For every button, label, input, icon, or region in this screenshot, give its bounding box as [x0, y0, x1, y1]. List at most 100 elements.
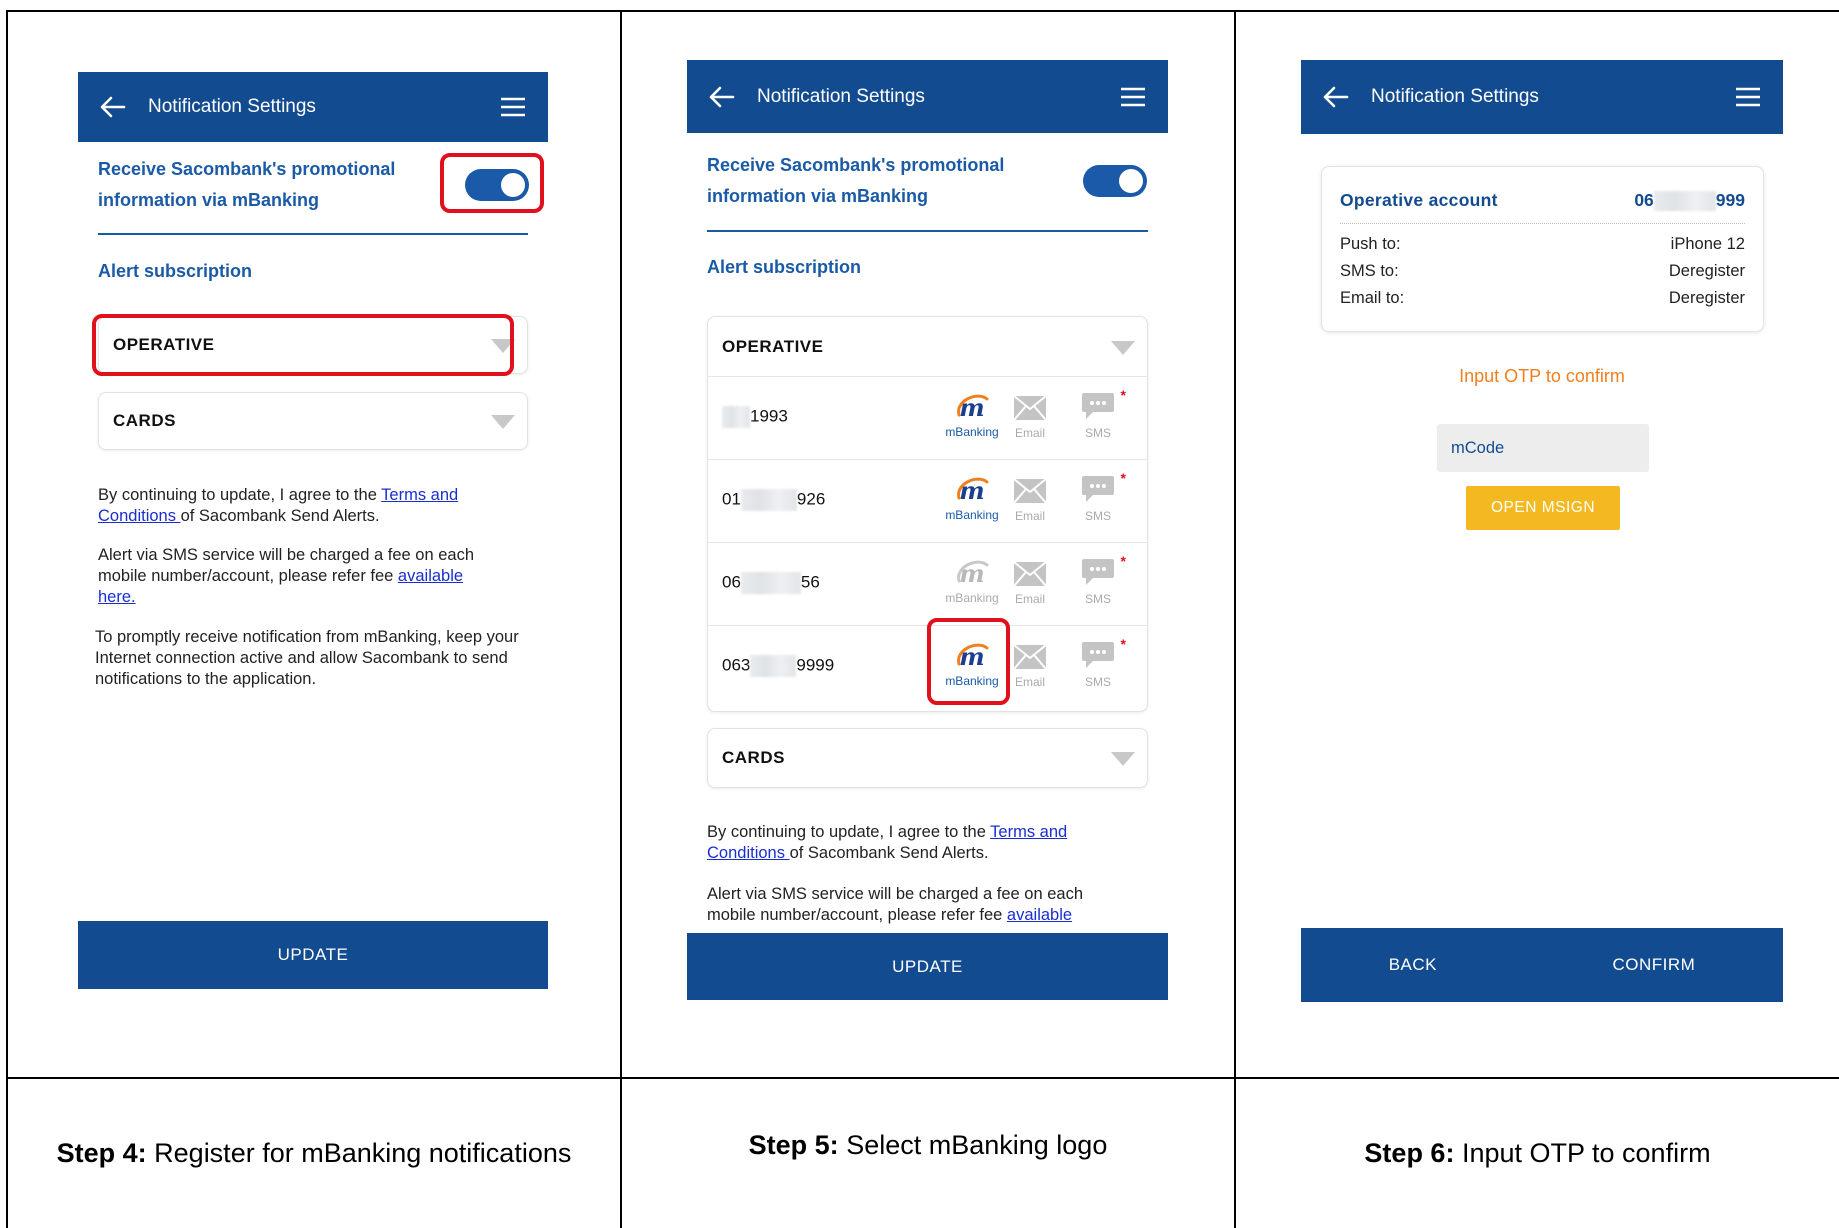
- account-number: 06 56: [722, 572, 820, 594]
- phone-screen-step6: Notification Settings Operative account …: [1301, 60, 1783, 1002]
- required-star-icon: *: [1120, 387, 1126, 403]
- sms-bubble-icon: [1082, 559, 1114, 585]
- update-button[interactable]: UPDATE: [687, 933, 1168, 1000]
- promo-toggle[interactable]: [1083, 165, 1147, 197]
- phone-screen-step4: Notification Settings Receive Sacombank'…: [78, 72, 548, 990]
- channel-mbanking[interactable]: m mBanking: [942, 476, 1002, 522]
- mbanking-logo-icon: m: [957, 559, 989, 589]
- channel-sms[interactable]: * SMS: [1068, 470, 1128, 523]
- channel-label: Email: [1014, 592, 1045, 606]
- channel-sms[interactable]: * SMS: [1068, 636, 1128, 689]
- account-row: 1993 m mBanking Email * SMS: [708, 377, 1147, 460]
- channel-label: SMS: [1084, 592, 1111, 606]
- account-number: 1993: [722, 406, 788, 428]
- promo-line-2: information via mBanking: [707, 186, 929, 206]
- acct-suffix: 926: [796, 489, 826, 509]
- fee-line-2: mobile number/account, please refer fee: [707, 906, 1007, 924]
- channel-sms[interactable]: * SMS: [1068, 387, 1128, 440]
- envelope-icon: [1013, 644, 1047, 670]
- promo-line-2: information via mBanking: [98, 190, 320, 210]
- caption-text: Select mBanking logo: [838, 1130, 1108, 1160]
- fee-line-1: Alert via SMS service will be charged a …: [707, 885, 1084, 903]
- dropdown-cards[interactable]: CARDS: [98, 392, 528, 450]
- hamburger-menu-icon[interactable]: [1098, 62, 1168, 132]
- mcode-input[interactable]: mCode: [1437, 424, 1649, 472]
- terms-link[interactable]: Terms and: [381, 486, 458, 504]
- caption-text: Input OTP to confirm: [1454, 1138, 1711, 1168]
- required-star-icon: *: [1120, 470, 1126, 486]
- account-row: 06 56 m mBanking Email * SMS: [708, 543, 1147, 626]
- fee-link[interactable]: available: [398, 567, 463, 585]
- table-border-left: [6, 10, 8, 1228]
- caption-step-label: Step 5:: [748, 1130, 839, 1160]
- channel-email[interactable]: Email: [1000, 478, 1060, 523]
- dropdown-label: OPERATIVE: [722, 337, 824, 356]
- channel-mbanking[interactable]: m mBanking: [942, 559, 1002, 605]
- account-number: 01 926: [722, 489, 825, 511]
- dropdown-label: CARDS: [722, 748, 785, 767]
- envelope-icon: [1013, 478, 1047, 504]
- bottom-action-bar: BACK CONFIRM: [1301, 928, 1783, 1002]
- account-summary-card: Operative account 06 999 Push to: iPhone 1…: [1321, 166, 1764, 332]
- masked-digits: [740, 572, 801, 594]
- channel-label: SMS: [1084, 426, 1111, 440]
- channel-label: Email: [1014, 426, 1045, 440]
- terms-text: By continuing to update, I agree to the …: [98, 485, 528, 527]
- back-arrow-icon[interactable]: [687, 62, 757, 132]
- account-number: 063 9999: [722, 655, 834, 677]
- channel-sms[interactable]: * SMS: [1068, 553, 1128, 606]
- caption-step-label: Step 6:: [1364, 1138, 1455, 1168]
- phone-screen-step5: Notification Settings Receive Sacombank'…: [687, 60, 1168, 1000]
- caption-step5: Step 5: Select mBanking logo: [622, 1130, 1234, 1161]
- channel-label: mBanking: [945, 591, 999, 605]
- terms-pre: By continuing to update, I agree to the: [707, 823, 991, 841]
- dropdown-label: CARDS: [113, 411, 176, 430]
- card-row-key: SMS to:: [1340, 262, 1399, 280]
- otp-instruction: Input OTP to confirm: [1459, 366, 1625, 386]
- confirm-button[interactable]: CONFIRM: [1572, 935, 1735, 995]
- back-arrow-icon[interactable]: [78, 72, 148, 142]
- promo-label: Receive Sacombank's promotional informat…: [98, 154, 418, 216]
- masked-digits: [722, 406, 750, 428]
- dropdown-header[interactable]: OPERATIVE: [708, 317, 1147, 377]
- highlight-toggle: [440, 153, 544, 213]
- channel-email[interactable]: Email: [1000, 395, 1060, 440]
- divider: [98, 233, 528, 235]
- card-row-value: iPhone 12: [1670, 235, 1745, 253]
- caption-step-label: Step 4:: [56, 1138, 147, 1168]
- acct-prefix: 06: [722, 572, 741, 592]
- fee-text: Alert via SMS service will be charged a …: [707, 884, 1148, 926]
- conditions-link[interactable]: Conditions: [98, 507, 181, 525]
- mbanking-logo-icon: m: [957, 476, 989, 506]
- card-row-value: Deregister: [1668, 262, 1745, 280]
- table-divider-1: [620, 10, 622, 1228]
- channel-mbanking[interactable]: m mBanking: [942, 393, 1002, 439]
- page-title: Notification Settings: [148, 96, 316, 117]
- conditions-link[interactable]: Conditions: [707, 844, 790, 862]
- hamburger-menu-icon[interactable]: [478, 72, 548, 142]
- hamburger-menu-icon[interactable]: [1713, 62, 1783, 132]
- acct-suffix: 999: [1715, 190, 1745, 210]
- back-arrow-icon[interactable]: [1301, 62, 1371, 132]
- update-button[interactable]: UPDATE: [78, 921, 548, 989]
- sms-bubble-icon: [1082, 476, 1114, 502]
- prompt-text: To promptly receive notification from mB…: [95, 628, 519, 688]
- channel-email[interactable]: Email: [1000, 561, 1060, 606]
- channel-label: SMS: [1084, 675, 1111, 689]
- promo-line-1: Receive Sacombank's promotional: [98, 159, 396, 179]
- open-msign-button[interactable]: OPEN MSIGN: [1466, 486, 1620, 530]
- fee-link[interactable]: available: [1007, 906, 1072, 924]
- card-row-value: Deregister: [1668, 289, 1745, 307]
- card-divider: [1340, 223, 1745, 224]
- terms-link[interactable]: Terms and: [990, 823, 1067, 841]
- divider: [707, 230, 1148, 232]
- page-title: Notification Settings: [757, 85, 925, 107]
- back-button[interactable]: BACK: [1349, 935, 1477, 995]
- masked-digits: [740, 489, 797, 511]
- channel-label: SMS: [1084, 509, 1111, 523]
- dropdown-cards[interactable]: CARDS: [707, 728, 1148, 788]
- chevron-down-icon: [1111, 341, 1135, 355]
- acct-suffix: 56: [800, 572, 820, 592]
- caption-step6: Step 6: Input OTP to confirm: [1236, 1138, 1839, 1169]
- fee-link-here[interactable]: here.: [98, 588, 136, 606]
